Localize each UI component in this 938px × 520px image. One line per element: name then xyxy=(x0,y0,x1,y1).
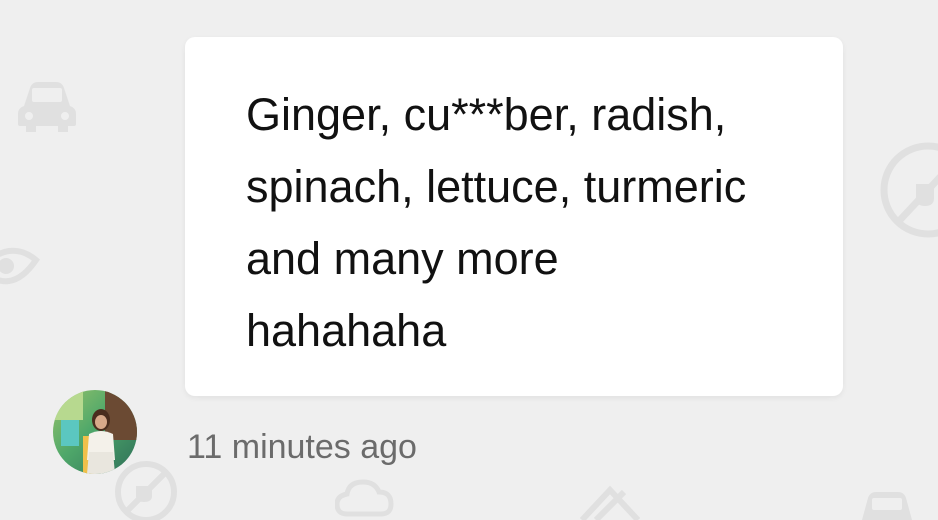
avatar[interactable] xyxy=(53,390,137,474)
message-line: spinach, lettuce, turmeric xyxy=(246,161,747,212)
no-plug-icon xyxy=(115,461,177,520)
message-bubble[interactable]: Ginger, cu***ber, radish, spinach, lettu… xyxy=(185,37,843,396)
avatar-photo xyxy=(53,390,137,474)
eraser-icon xyxy=(579,485,641,520)
message-line: hahahaha xyxy=(246,305,447,356)
eye-icon xyxy=(0,247,40,285)
message-line: and many more xyxy=(246,233,559,284)
chat-view: Ginger, cu***ber, radish, spinach, lettu… xyxy=(0,0,938,520)
car-icon xyxy=(18,82,76,132)
message-timestamp: 11 minutes ago xyxy=(187,428,417,466)
cloud-icon xyxy=(335,479,394,517)
no-plug-icon xyxy=(880,142,938,238)
message-line: Ginger, cu***ber, radish, xyxy=(246,89,727,140)
car-icon xyxy=(862,492,912,520)
